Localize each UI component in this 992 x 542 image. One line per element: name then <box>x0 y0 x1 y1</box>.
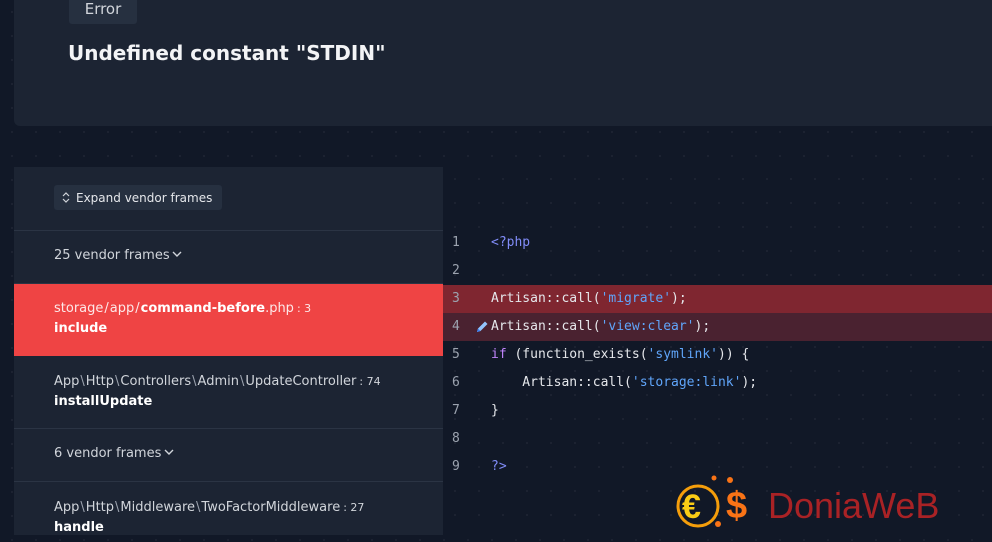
frame-method: handle <box>54 520 104 535</box>
frame-method: installUpdate <box>54 394 153 409</box>
error-type-badge: Error <box>69 0 137 24</box>
svg-text:$: $ <box>726 485 747 527</box>
chevron-down-icon <box>172 251 182 257</box>
code-line: 2 <box>452 263 460 278</box>
doniaweb-watermark-logo: € $ DoniaWeB <box>676 475 939 528</box>
expand-row: Expand vendor frames <box>14 167 443 231</box>
error-message: Undefined constant "STDIN" <box>68 41 386 65</box>
chevron-down-icon <box>164 449 174 455</box>
frame-file-path: App\Http\Controllers\Admin\UpdateControl… <box>54 374 381 389</box>
chevron-up-down-icon <box>62 192 70 203</box>
code-line: 4 Artisan::call('view:clear'); <box>443 313 992 341</box>
vendor-frames-label: 25 vendor frames <box>54 248 170 263</box>
frame-file-path: App\Http\Middleware\TwoFactorMiddleware:… <box>54 500 365 515</box>
code-line: 7 } <box>452 403 499 418</box>
stack-frame-active[interactable]: storage/app/command-before.php: 3 includ… <box>14 284 443 356</box>
code-line-highlighted: 3 Artisan::call('migrate'); <box>443 285 992 313</box>
stack-frame[interactable]: App\Http\Middleware\TwoFactorMiddleware:… <box>14 482 443 542</box>
expand-vendor-frames-label: Expand vendor frames <box>76 190 213 205</box>
stack-trace-panel: Expand vendor frames 25 vendor frames st… <box>14 167 443 535</box>
code-line: 1 <?php <box>452 235 531 250</box>
code-line: 5 if (function_exists('symlink')) { <box>452 347 750 362</box>
code-line: 6 Artisan::call('storage:link'); <box>452 375 758 390</box>
expand-vendor-frames-button[interactable]: Expand vendor frames <box>54 185 223 210</box>
svg-text:DoniaWeB: DoniaWeB <box>768 485 939 526</box>
vendor-frames-group[interactable]: 6 vendor frames <box>14 429 443 482</box>
vendor-frames-label: 6 vendor frames <box>54 446 162 461</box>
stack-frame[interactable]: App\Http\Controllers\Admin\UpdateControl… <box>14 356 443 429</box>
svg-text:€: € <box>682 488 701 526</box>
error-header-card: Error Undefined constant "STDIN" <box>14 0 992 126</box>
vendor-frames-group[interactable]: 25 vendor frames <box>14 231 443 284</box>
code-line: 8 <box>452 431 460 446</box>
pencil-icon[interactable] <box>474 319 490 335</box>
frame-file-path: storage/app/command-before.php: 3 <box>54 301 312 316</box>
frame-method: include <box>54 321 108 336</box>
